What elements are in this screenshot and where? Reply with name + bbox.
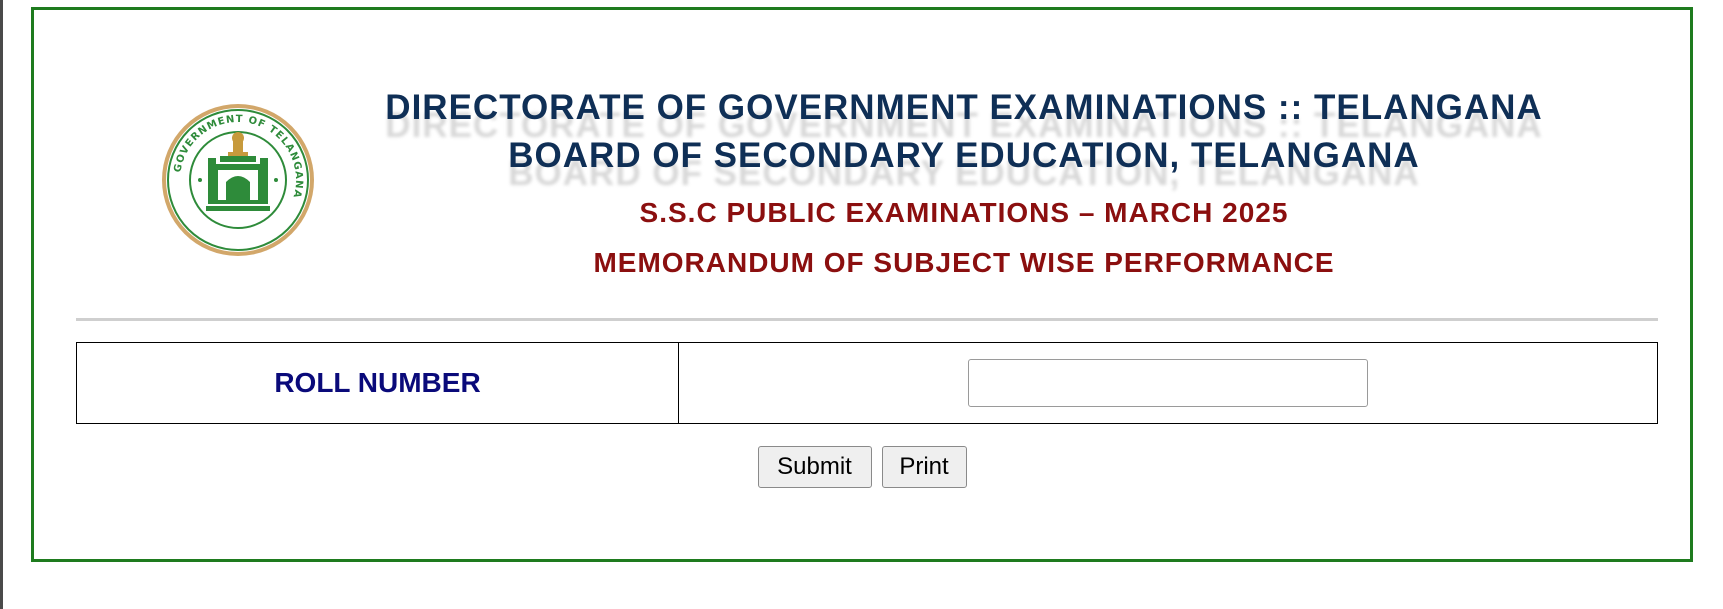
roll-number-label: ROLL NUMBER [77, 343, 679, 423]
submit-button[interactable]: Submit [757, 446, 872, 488]
action-buttons: Submit Print [34, 446, 1690, 488]
roll-number-table: ROLL NUMBER [76, 342, 1658, 424]
result-form-frame: GOVERNMENT OF TELANGANA DIRECTORATE OF G… [31, 7, 1693, 562]
board-title: BOARD OF SECONDARY EDUCATION, TELANGANA … [508, 136, 1420, 193]
memorandum-title: MEMORANDUM OF SUBJECT WISE PERFORMANCE [593, 247, 1335, 278]
roll-number-input-cell [679, 343, 1657, 423]
window-edge [0, 0, 3, 609]
exam-title: S.S.C PUBLIC EXAMINATIONS – MARCH 2025 [639, 197, 1289, 228]
roll-number-input[interactable] [968, 359, 1368, 407]
directorate-title: DIRECTORATE OF GOVERNMENT EXAMINATIONS :… [385, 88, 1543, 145]
page-headings: DIRECTORATE OF GOVERNMENT EXAMINATIONS :… [314, 84, 1614, 288]
print-button[interactable]: Print [881, 446, 967, 488]
telangana-emblem-icon: GOVERNMENT OF TELANGANA [160, 102, 316, 258]
header-divider [76, 318, 1658, 321]
